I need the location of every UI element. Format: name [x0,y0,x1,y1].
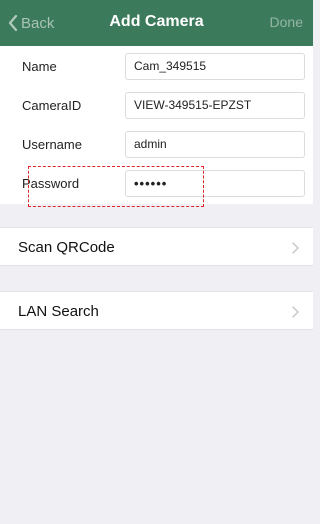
password-label: Password [22,176,80,191]
lan-search-label: LAN Search [18,303,99,320]
username-field[interactable]: admin [125,131,305,158]
name-row: Name Cam_349515 [0,47,313,86]
chevron-right-icon [292,241,299,259]
lan-search-item[interactable]: LAN Search [0,291,313,330]
username-label: Username [22,137,82,152]
name-label: Name [22,59,57,74]
chevron-right-icon [292,305,299,323]
camera-id-row: CameraID VIEW-349515-EPZST [0,86,313,125]
camera-id-field[interactable]: VIEW-349515-EPZST [125,92,305,119]
scan-qrcode-label: Scan QRCode [18,239,115,256]
password-row: Password •••••• [0,164,313,203]
camera-id-label: CameraID [22,98,82,113]
camera-form: Name Cam_349515 CameraID VIEW-349515-EPZ… [0,46,313,204]
done-button[interactable]: Done [270,14,303,30]
username-row: Username admin [0,125,313,164]
navigation-bar: Back Add Camera Done [0,0,313,46]
name-field[interactable]: Cam_349515 [125,53,305,80]
page-title: Add Camera [109,13,204,30]
password-field[interactable]: •••••• [125,170,305,197]
scan-qrcode-item[interactable]: Scan QRCode [0,227,313,266]
